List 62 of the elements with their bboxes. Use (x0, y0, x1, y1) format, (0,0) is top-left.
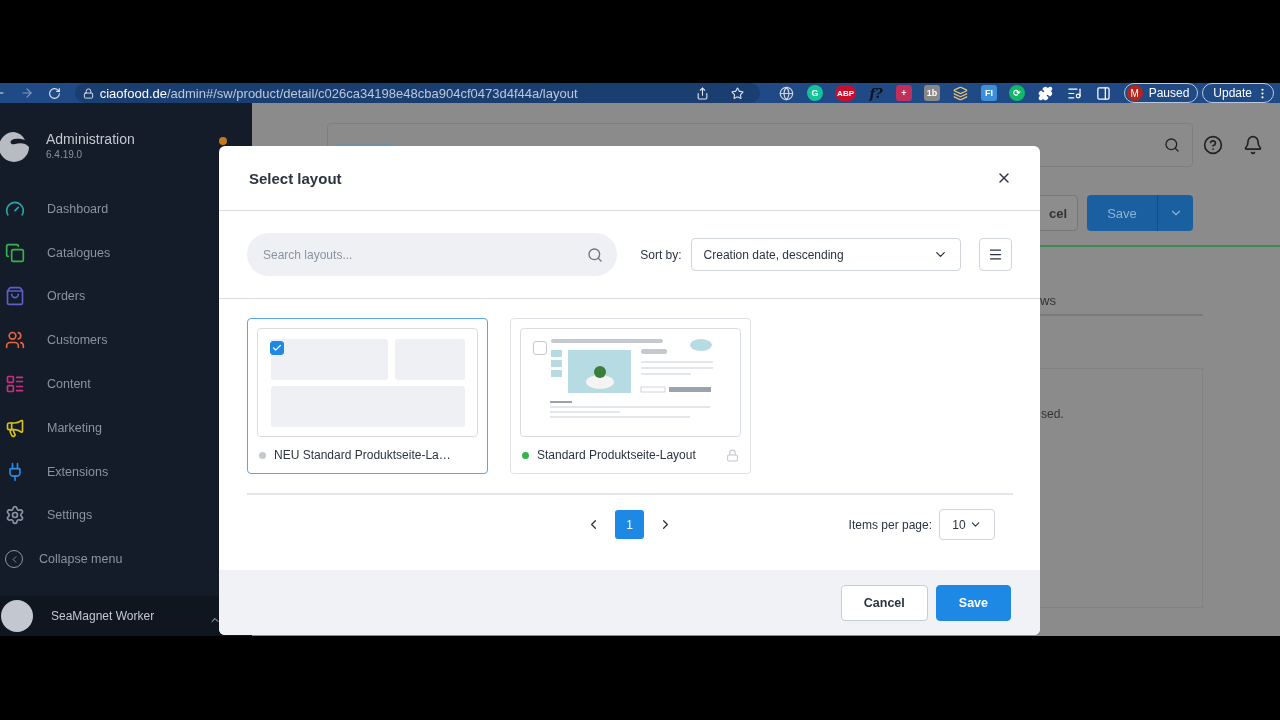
address-bar[interactable]: ciaofood.de/admin#/sw/product/detail/c026ca34198e48cba904cf0473d4f44a/layout (74, 83, 761, 103)
url-text: ciaofood.de/admin#/sw/product/detail/c026ca34198e48cba904cf0473d4f44a/layout (99, 85, 578, 101)
save-button[interactable]: Save (935, 584, 1011, 621)
nav-item[interactable]: Orders (47, 289, 86, 304)
check-icon (272, 343, 282, 353)
sort-label: Sort by: (640, 247, 682, 262)
lock-icon (82, 87, 94, 99)
save-button[interactable]: Save (1087, 195, 1193, 231)
customers-icon[interactable] (5, 330, 25, 351)
side-panel-icon[interactable] (1095, 85, 1111, 101)
user-name: SeaMagnet Worker (51, 609, 155, 623)
cancel-button[interactable]: Cancel (840, 584, 928, 621)
settings-icon[interactable] (5, 505, 25, 526)
orders-icon[interactable] (5, 286, 25, 307)
logo-icon (0, 131, 30, 163)
items-per-page-select[interactable]: 10 (939, 509, 995, 540)
forward-icon[interactable] (19, 86, 34, 100)
content-icon[interactable] (5, 374, 25, 395)
nav-item[interactable]: Customers (47, 333, 108, 348)
catalogues-icon[interactable] (5, 242, 25, 263)
page-button[interactable]: 1 (615, 510, 644, 539)
avatar: M (1126, 85, 1143, 101)
nav-item[interactable]: Content (47, 377, 91, 392)
extension-icon[interactable]: FI (980, 85, 997, 101)
app-title: Administration (46, 131, 135, 147)
items-per-page-label: Items per page: (848, 517, 932, 532)
reload-icon[interactable] (47, 86, 61, 100)
sort-select[interactable]: Creation date, descending (690, 238, 962, 271)
search-input[interactable]: Search layouts... (261, 246, 588, 263)
checkbox[interactable] (270, 341, 284, 355)
list-view-button[interactable] (979, 238, 1012, 271)
extension-icon[interactable]: + (896, 85, 912, 101)
globe-icon[interactable] (779, 85, 795, 101)
puzzle-icon[interactable] (1037, 85, 1053, 101)
layout-card[interactable]: NEU Standard Produktseite-La… (247, 318, 488, 474)
version-text: 6.4.19.0 (46, 149, 84, 160)
extension-icon[interactable]: 1b (924, 85, 940, 101)
extension-icon[interactable]: ABP (835, 85, 856, 101)
help-icon[interactable] (1203, 135, 1223, 155)
nav-item[interactable]: Catalogues (47, 245, 111, 260)
collapse-menu-link[interactable]: Collapse menu (39, 552, 123, 567)
search-icon (587, 246, 604, 263)
notification-dot (219, 137, 227, 145)
layout-card[interactable]: Standard Produktseite-Layout (510, 318, 751, 474)
layers-icon[interactable] (953, 85, 968, 101)
nav-item[interactable]: Dashboard (47, 201, 109, 216)
bell-icon[interactable] (1243, 135, 1263, 155)
search-field[interactable]: Search layouts... (247, 233, 618, 276)
search-icon[interactable] (1164, 137, 1180, 153)
card-text: sed. (1041, 407, 1064, 421)
list-icon (988, 247, 1004, 262)
modal-title: Select layout (249, 169, 342, 187)
share-icon[interactable] (696, 86, 710, 100)
nav-item[interactable]: Settings (47, 508, 93, 523)
checkbox[interactable] (533, 341, 547, 355)
nav-item[interactable]: Extensions (47, 464, 109, 479)
nav-item[interactable]: Marketing (47, 420, 102, 435)
marketing-icon[interactable] (5, 417, 25, 438)
user-avatar[interactable] (1, 600, 33, 632)
layout-name: NEU Standard Produktseite-La… (274, 448, 452, 462)
bookmark-star-icon[interactable] (731, 86, 745, 100)
layout-name: Standard Produktseite-Layout (537, 448, 697, 462)
